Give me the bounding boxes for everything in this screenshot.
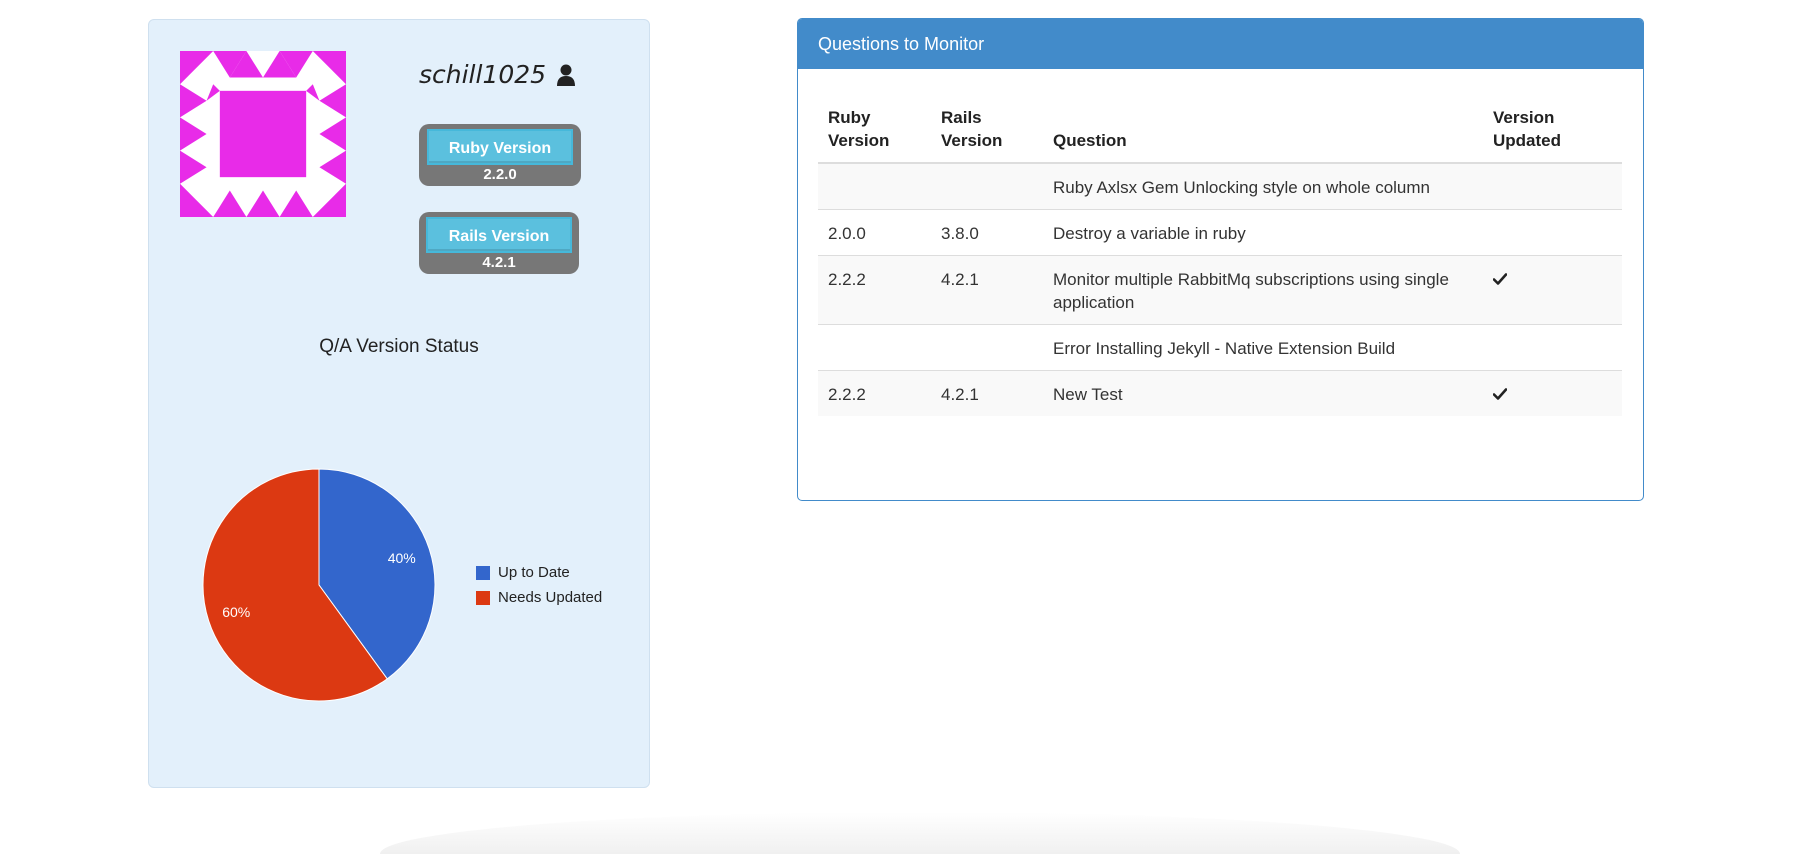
ruby-version-button[interactable]: Ruby Version <box>427 129 573 165</box>
legend-label: Needs Updated <box>498 589 603 606</box>
rails-version-value: 4.2.1 <box>482 254 516 271</box>
legend-item[interactable]: Up to Date <box>476 560 602 585</box>
table-header-row: Ruby Version Rails Version Question Versio… <box>818 106 1622 164</box>
pie-slice-label: 40% <box>388 550 416 566</box>
username: schill1025 <box>419 60 547 89</box>
row-question-link[interactable]: Error Installing Jekyll - Native Extensi… <box>1043 324 1483 371</box>
row-rails-version: 4.2.1 <box>931 255 1043 325</box>
check-icon <box>1493 273 1507 285</box>
table-row[interactable]: 2.2.2 4.2.1 Monitor multiple RabbitMq subs… <box>818 255 1622 325</box>
chart-title: Q/A Version Status <box>319 336 479 357</box>
row-rails-version <box>931 162 1043 210</box>
chart-legend: Up to Date Needs Updated <box>476 560 602 610</box>
row-version-updated <box>1483 209 1622 256</box>
table-row[interactable]: Error Installing Jekyll - Native Extensi… <box>818 324 1622 371</box>
row-rails-version: 4.2.1 <box>931 370 1043 416</box>
rails-version-box: Rails Version 4.2.1 <box>419 212 579 274</box>
questions-table: Ruby Version Rails Version Question Versio… <box>818 106 1622 416</box>
row-ruby-version <box>818 324 931 371</box>
header-question: Question <box>1043 106 1483 164</box>
row-question-link[interactable]: Ruby Axlsx Gem Unlocking style on whole … <box>1043 162 1483 210</box>
table-row[interactable]: Ruby Axlsx Gem Unlocking style on whole … <box>818 162 1622 210</box>
table-row[interactable]: 2.0.0 3.8.0 Destroy a variable in ruby <box>818 209 1622 256</box>
rails-version-button[interactable]: Rails Version <box>426 217 572 253</box>
row-question-link[interactable]: Monitor multiple RabbitMq subscriptions … <box>1043 255 1483 325</box>
ruby-version-box: Ruby Version 2.2.0 <box>419 124 581 186</box>
row-ruby-version: 2.2.2 <box>818 255 931 325</box>
pie-slice-label: 60% <box>222 604 250 620</box>
row-ruby-version <box>818 162 931 210</box>
user-icon <box>557 64 576 86</box>
profile-panel: schill1025 Ruby Version 2.2.0 Rails Vers… <box>148 19 650 788</box>
panel-heading: Questions to Monitor <box>798 19 1643 69</box>
check-icon <box>1493 388 1507 400</box>
header-rails-version: Rails Version <box>931 106 1043 164</box>
row-question-link[interactable]: New Test <box>1043 370 1483 416</box>
username-row: schill1025 <box>419 60 576 89</box>
row-version-updated <box>1483 324 1622 371</box>
header-version-updated: Version Updated <box>1483 106 1622 164</box>
row-ruby-version: 2.2.2 <box>818 370 931 416</box>
table-row[interactable]: 2.2.2 4.2.1 New Test <box>818 370 1622 416</box>
avatar <box>180 51 346 217</box>
footer-shadow <box>380 812 1460 854</box>
ruby-version-value: 2.2.0 <box>483 166 517 183</box>
legend-swatch <box>476 590 490 605</box>
row-question-link[interactable]: Destroy a variable in ruby <box>1043 209 1483 256</box>
row-rails-version <box>931 324 1043 371</box>
row-ruby-version: 2.0.0 <box>818 209 931 256</box>
legend-item[interactable]: Needs Updated <box>476 585 602 610</box>
legend-label: Up to Date <box>498 564 570 581</box>
header-ruby-version: Ruby Version <box>818 106 931 164</box>
questions-panel: Questions to Monitor Ruby Version Rails Ve… <box>797 18 1644 501</box>
row-version-updated <box>1483 255 1622 325</box>
row-version-updated <box>1483 162 1622 210</box>
legend-swatch <box>476 565 490 580</box>
row-version-updated <box>1483 370 1622 416</box>
pie-chart: 40% 60% <box>202 468 436 702</box>
row-rails-version: 3.8.0 <box>931 209 1043 256</box>
